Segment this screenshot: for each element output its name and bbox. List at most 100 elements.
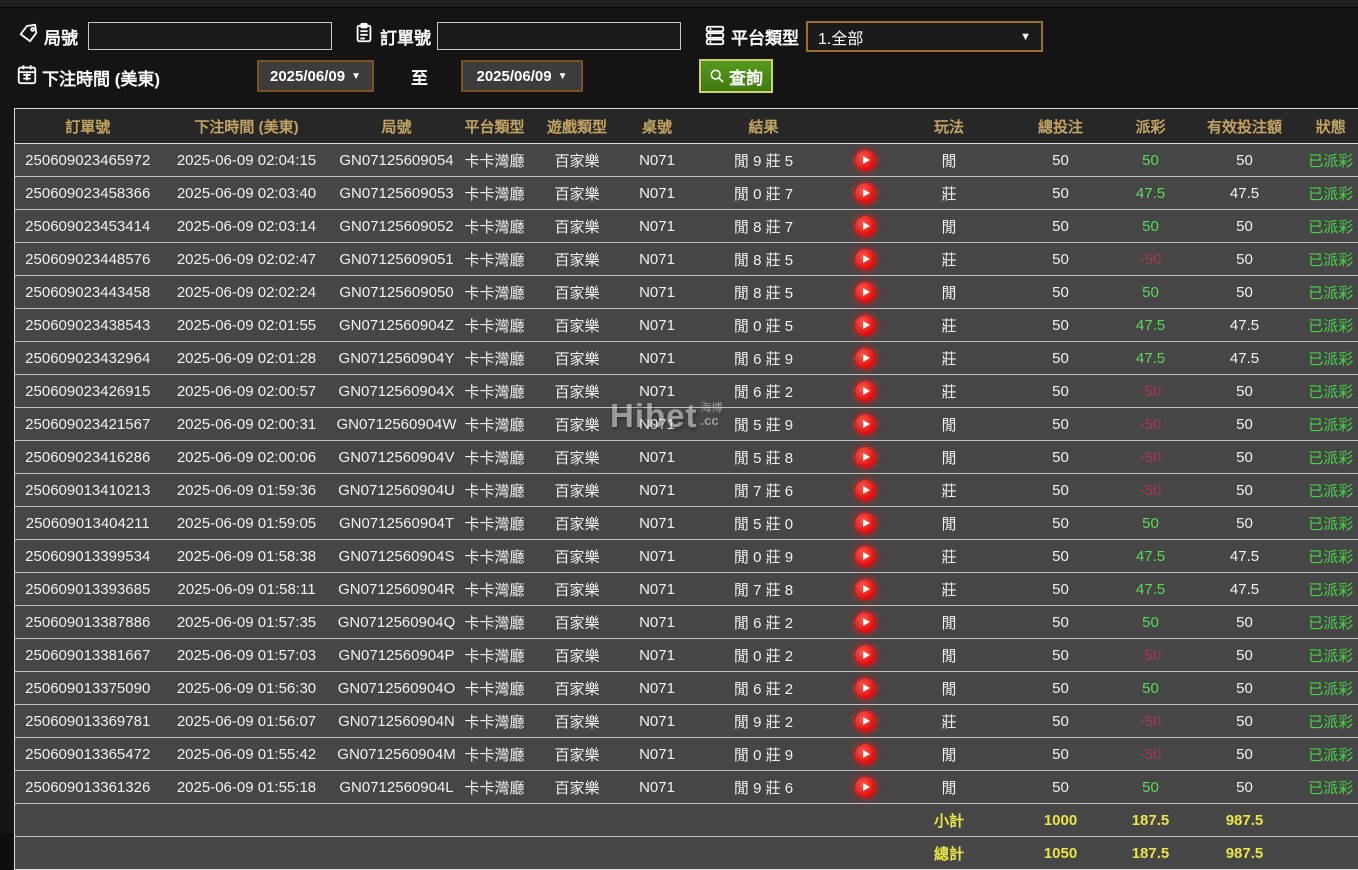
cell-valid-bet: 50: [1186, 606, 1304, 639]
cell-bet-time: 2025-06-09 01:56:07: [161, 705, 333, 738]
order-no-input[interactable]: [437, 22, 681, 50]
replay-play-button[interactable]: [855, 348, 876, 369]
cell-game-no: GN07125609050: [333, 276, 461, 309]
cell-valid-bet: 50: [1186, 375, 1304, 408]
play-icon: [863, 585, 870, 593]
cell-total-bet: 50: [1006, 177, 1116, 210]
cell-game-type: 百家樂: [529, 243, 626, 276]
replay-play-button[interactable]: [855, 249, 876, 270]
subtotal-spacer: [461, 804, 529, 837]
play-icon: [863, 288, 870, 296]
header-platform: 平台類型: [461, 109, 529, 144]
date-to-picker[interactable]: 2025/06/09 ▼: [461, 60, 583, 92]
replay-play-button[interactable]: [855, 480, 876, 501]
replay-play-button[interactable]: [855, 678, 876, 699]
search-button-label: 查詢: [729, 64, 763, 89]
cell-result: 閒 0 莊 5: [689, 309, 839, 342]
date-from-picker[interactable]: 2025/06/09 ▼: [257, 60, 374, 92]
replay-play-button[interactable]: [855, 150, 876, 171]
cell-game-type: 百家樂: [529, 144, 626, 177]
cell-game-type: 百家樂: [529, 573, 626, 606]
replay-play-button[interactable]: [855, 711, 876, 732]
table-row: 250609023448576 2025-06-09 02:02:47 GN07…: [15, 243, 1358, 276]
chevron-down-icon: ▼: [351, 71, 361, 82]
replay-play-button[interactable]: [855, 216, 876, 237]
cell-order-no: 250609013393685: [15, 573, 161, 606]
table-row: 250609013404211 2025-06-09 01:59:05 GN07…: [15, 507, 1358, 540]
subtotal-spacer: [839, 804, 893, 837]
platform-selected-value: 1.全部: [818, 25, 863, 49]
replay-play-button[interactable]: [855, 513, 876, 534]
cell-table-no: N071: [626, 210, 689, 243]
cell-platform: 卡卡灣廳: [461, 738, 529, 771]
cell-result: 閒 6 莊 2: [689, 375, 839, 408]
cell-total-bet: 50: [1006, 738, 1116, 771]
header-result: 結果: [689, 109, 839, 144]
replay-play-button[interactable]: [855, 414, 876, 435]
cell-platform: 卡卡灣廳: [461, 408, 529, 441]
cell-order-no: 250609023443458: [15, 276, 161, 309]
cell-play-type: 閒: [893, 738, 1006, 771]
header-order-no: 訂單號: [15, 109, 161, 144]
cell-payout: 47.5: [1116, 540, 1186, 573]
replay-play-button[interactable]: [855, 183, 876, 204]
platform-list-icon: [704, 24, 726, 46]
subtotal-label: 小計: [893, 804, 1006, 837]
cell-bet-time: 2025-06-09 02:01:55: [161, 309, 333, 342]
search-button[interactable]: 查詢: [699, 59, 773, 93]
replay-play-button[interactable]: [855, 447, 876, 468]
cell-play-type: 閒: [893, 408, 1006, 441]
platform-type-select[interactable]: 1.全部 ▼: [806, 21, 1043, 52]
replay-play-button[interactable]: [855, 315, 876, 336]
replay-play-button[interactable]: [855, 282, 876, 303]
cell-play-type: 莊: [893, 540, 1006, 573]
replay-play-button[interactable]: [855, 777, 876, 798]
cell-game-type: 百家樂: [529, 474, 626, 507]
cell-table-no: N071: [626, 144, 689, 177]
cell-replay: [839, 309, 893, 342]
cell-play-type: 閒: [893, 276, 1006, 309]
cell-result: 閒 0 莊 9: [689, 540, 839, 573]
cell-status: 已派彩: [1304, 573, 1358, 606]
replay-play-button[interactable]: [855, 744, 876, 765]
play-icon: [863, 420, 870, 428]
cell-payout: 50: [1116, 144, 1186, 177]
clipboard-icon: [353, 22, 375, 44]
cell-replay: [839, 210, 893, 243]
cell-game-type: 百家樂: [529, 672, 626, 705]
play-icon: [863, 354, 870, 362]
cell-order-no: 250609013387886: [15, 606, 161, 639]
cell-platform: 卡卡灣廳: [461, 342, 529, 375]
cell-result: 閒 0 莊 7: [689, 177, 839, 210]
table-row: 250609013369781 2025-06-09 01:56:07 GN07…: [15, 705, 1358, 738]
search-icon: [709, 68, 725, 84]
play-icon: [863, 651, 870, 659]
replay-play-button[interactable]: [855, 546, 876, 567]
cell-play-type: 閒: [893, 210, 1006, 243]
cell-order-no: 250609023421567: [15, 408, 161, 441]
header-play-type: 玩法: [893, 109, 1006, 144]
cell-bet-time: 2025-06-09 02:03:14: [161, 210, 333, 243]
play-icon: [863, 255, 870, 263]
replay-play-button[interactable]: [855, 579, 876, 600]
cell-result: 閒 0 莊 2: [689, 639, 839, 672]
cell-table-no: N071: [626, 639, 689, 672]
cell-valid-bet: 50: [1186, 408, 1304, 441]
replay-play-button[interactable]: [855, 645, 876, 666]
replay-play-button[interactable]: [855, 381, 876, 402]
cell-status: 已派彩: [1304, 540, 1358, 573]
replay-play-button[interactable]: [855, 612, 876, 633]
cell-table-no: N071: [626, 705, 689, 738]
cell-game-no: GN0712560904S: [333, 540, 461, 573]
header-payout: 派彩: [1116, 109, 1186, 144]
cell-valid-bet: 47.5: [1186, 342, 1304, 375]
cell-valid-bet: 47.5: [1186, 573, 1304, 606]
cell-table-no: N071: [626, 474, 689, 507]
cell-payout: -50: [1116, 705, 1186, 738]
game-no-input[interactable]: [88, 22, 332, 50]
total-row: 總計 1050 187.5 987.5: [15, 837, 1358, 870]
cell-replay: [839, 408, 893, 441]
cell-status: 已派彩: [1304, 408, 1358, 441]
cell-play-type: 莊: [893, 705, 1006, 738]
cell-game-type: 百家樂: [529, 309, 626, 342]
